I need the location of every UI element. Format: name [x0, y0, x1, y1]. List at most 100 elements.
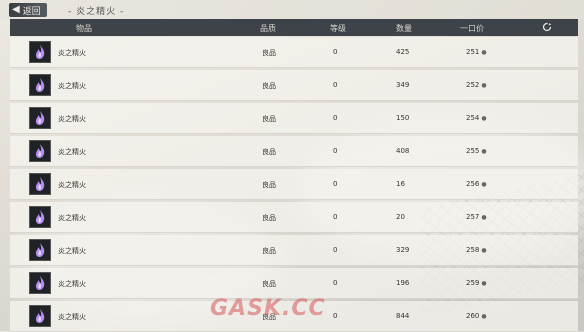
- table-row[interactable]: 炎之精火 良品 0 408 255 ●: [10, 136, 578, 167]
- back-label: 返回: [22, 6, 41, 17]
- table-row[interactable]: 炎之精火 良品 0 16 256 ●: [10, 169, 578, 200]
- item-name: 炎之精火: [58, 313, 86, 321]
- item-level: 0: [333, 48, 338, 56]
- coin-icon: ●: [481, 280, 487, 287]
- purple-flame-icon: [35, 78, 45, 92]
- item-price: 257: [466, 213, 480, 221]
- purple-flame-icon: [35, 111, 45, 125]
- item-quality: 良品: [262, 280, 276, 288]
- item-icon-frame: [29, 140, 51, 162]
- item-icon-frame: [29, 239, 51, 261]
- item-price-cell: 254 ●: [466, 114, 487, 122]
- item-quantity: 844: [396, 312, 410, 320]
- chevron-left-icon: ◀: [12, 4, 20, 15]
- coin-icon: ●: [481, 313, 487, 320]
- column-header-quality[interactable]: 品质: [260, 23, 276, 34]
- item-name: 炎之精火: [58, 49, 86, 57]
- refresh-icon[interactable]: [542, 22, 552, 32]
- purple-flame-icon: [35, 309, 45, 323]
- item-price: 258: [466, 246, 480, 254]
- item-level: 0: [333, 114, 338, 122]
- item-level: 0: [333, 312, 338, 320]
- item-price-cell: 260 ●: [466, 312, 487, 320]
- table-row[interactable]: 炎之精火 良品 0 20 257 ●: [10, 202, 578, 233]
- item-price-cell: 255 ●: [466, 147, 487, 155]
- item-price-cell: 259 ●: [466, 279, 487, 287]
- coin-icon: ●: [481, 148, 487, 155]
- column-header-quantity[interactable]: 数量: [396, 23, 412, 34]
- item-price: 252: [466, 81, 480, 89]
- item-price-cell: 256 ●: [466, 180, 487, 188]
- item-name: 炎之精火: [58, 82, 86, 90]
- item-name: 炎之精火: [58, 280, 86, 288]
- item-price-cell: 252 ●: [466, 81, 487, 89]
- column-header-unit-price[interactable]: 一口价: [460, 23, 484, 34]
- item-price-cell: 258 ●: [466, 246, 487, 254]
- table-header: 物品 品质 等级 数量 一口价: [10, 19, 578, 36]
- purple-flame-icon: [35, 144, 45, 158]
- item-price: 256: [466, 180, 480, 188]
- item-icon-frame: [29, 41, 51, 63]
- item-quality: 良品: [262, 115, 276, 123]
- item-quality: 良品: [262, 214, 276, 222]
- top-bar: ◀ 返回 - 炎之精火 -: [0, 0, 584, 20]
- item-quantity: 425: [396, 48, 410, 56]
- table-row[interactable]: 炎之精火 良品 0 329 258 ●: [10, 235, 578, 266]
- item-level: 0: [333, 246, 338, 254]
- column-header-level[interactable]: 等级: [330, 23, 346, 34]
- item-icon-frame: [29, 107, 51, 129]
- item-price: 254: [466, 114, 480, 122]
- item-quantity: 349: [396, 81, 410, 89]
- item-level: 0: [333, 180, 338, 188]
- item-icon-frame: [29, 74, 51, 96]
- item-level: 0: [333, 279, 338, 287]
- back-button[interactable]: ◀ 返回: [9, 3, 47, 17]
- item-price-cell: 257 ●: [466, 213, 487, 221]
- item-price: 255: [466, 147, 480, 155]
- column-header-item[interactable]: 物品: [76, 23, 92, 34]
- coin-icon: ●: [481, 181, 487, 188]
- table-row[interactable]: 炎之精火 良品 0 150 254 ●: [10, 103, 578, 134]
- item-name: 炎之精火: [58, 214, 86, 222]
- item-quantity: 16: [396, 180, 405, 188]
- item-quantity: 20: [396, 213, 405, 221]
- item-price: 251: [466, 48, 480, 56]
- item-level: 0: [333, 213, 338, 221]
- item-quantity: 196: [396, 279, 410, 287]
- watermark: GASK.CC: [210, 296, 326, 321]
- item-quality: 良品: [262, 82, 276, 90]
- item-quality: 良品: [262, 181, 276, 189]
- item-quantity: 150: [396, 114, 410, 122]
- coin-icon: ●: [481, 247, 487, 254]
- purple-flame-icon: [35, 210, 45, 224]
- item-quality: 良品: [262, 49, 276, 57]
- breadcrumb: - 炎之精火 -: [68, 7, 125, 17]
- item-icon-frame: [29, 173, 51, 195]
- table-row[interactable]: 炎之精火 良品 0 349 252 ●: [10, 70, 578, 101]
- item-icon-frame: [29, 206, 51, 228]
- purple-flame-icon: [35, 276, 45, 290]
- item-name: 炎之精火: [58, 181, 86, 189]
- coin-icon: ●: [481, 214, 487, 221]
- item-quality: 良品: [262, 148, 276, 156]
- table-row[interactable]: 炎之精火 良品 0 425 251 ●: [10, 37, 578, 68]
- coin-icon: ●: [481, 49, 487, 56]
- table-row[interactable]: 炎之精火 良品 0 196 259 ●: [10, 268, 578, 299]
- item-quality: 良品: [262, 247, 276, 255]
- purple-flame-icon: [35, 177, 45, 191]
- item-price-cell: 251 ●: [466, 48, 487, 56]
- item-price: 259: [466, 279, 480, 287]
- item-level: 0: [333, 81, 338, 89]
- item-quantity: 329: [396, 246, 410, 254]
- coin-icon: ●: [481, 82, 487, 89]
- item-price: 260: [466, 312, 480, 320]
- purple-flame-icon: [35, 243, 45, 257]
- item-quantity: 408: [396, 147, 410, 155]
- coin-icon: ●: [481, 115, 487, 122]
- item-level: 0: [333, 147, 338, 155]
- item-name: 炎之精火: [58, 148, 86, 156]
- item-name: 炎之精火: [58, 247, 86, 255]
- item-name: 炎之精火: [58, 115, 86, 123]
- item-icon-frame: [29, 272, 51, 294]
- purple-flame-icon: [35, 45, 45, 59]
